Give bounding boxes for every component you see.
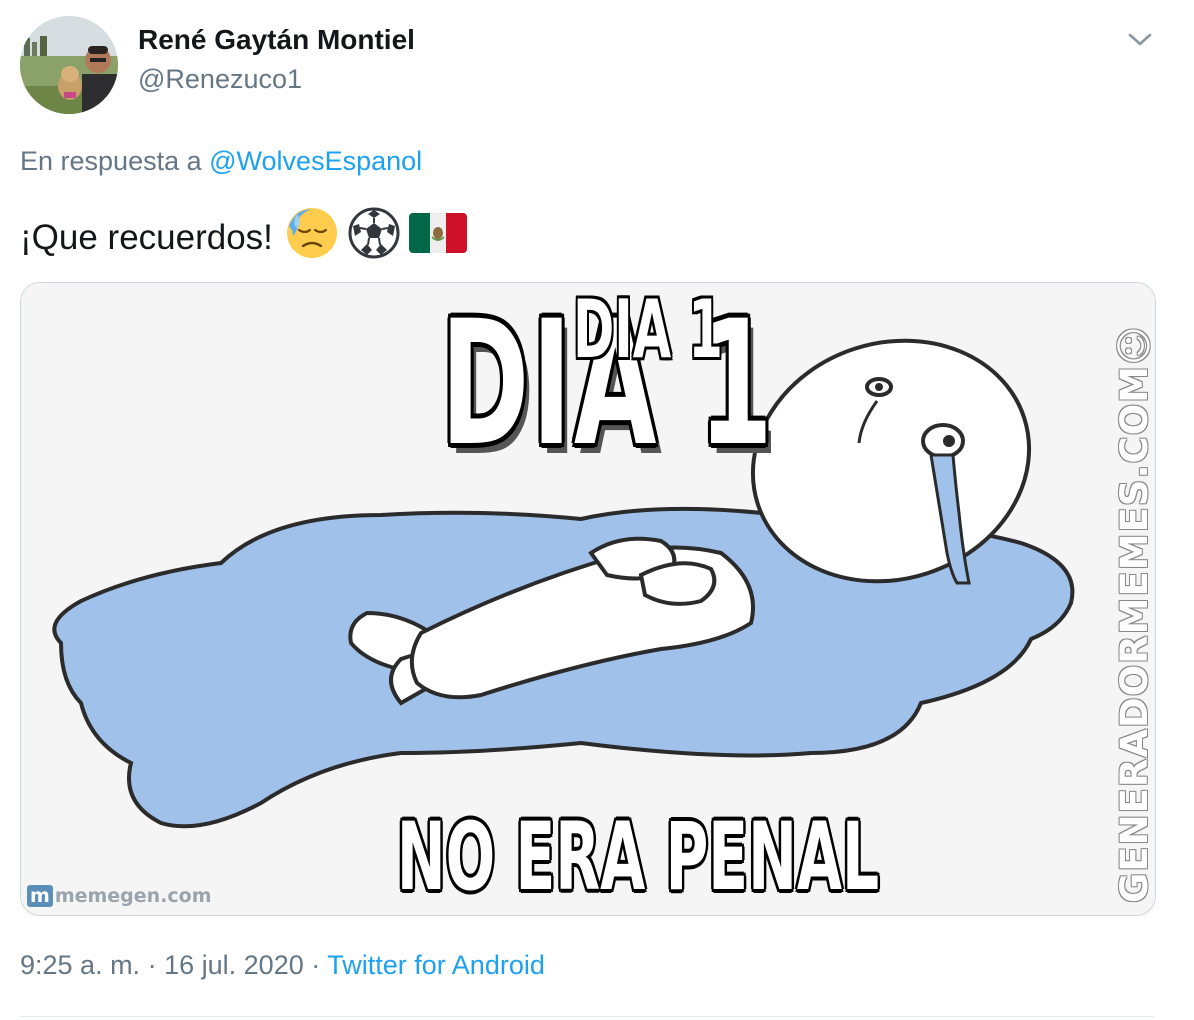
tweet-footer: 9:25 a. m. · 16 jul. 2020 · Twitter for … [20,950,545,981]
tweet-time-link[interactable]: 9:25 a. m. [20,950,140,980]
tweet-text-content: ¡Que recuerdos! [20,217,273,257]
tweet-source-link[interactable]: Twitter for Android [327,950,545,980]
meme-drawing [21,283,1155,915]
chevron-down-icon[interactable] [1124,26,1156,54]
author-handle[interactable]: @Renezuco1 [138,64,302,95]
tweet-text: ¡Que recuerdos! [20,206,467,269]
footer-separator: · [147,950,157,980]
soccer-ball-icon [347,206,401,269]
mexico-flag-icon [408,211,467,264]
downcast-face-with-sweat-icon [285,206,339,269]
tweet-date-link[interactable]: 16 jul. 2020 [164,950,304,980]
divider [20,1016,1154,1017]
profile-photo-icon [20,16,118,114]
reply-prefix: En respuesta a [20,146,202,176]
avatar[interactable] [20,16,118,114]
footer-separator: · [311,950,321,980]
reply-context: En respuesta a @WolvesEspanol [20,146,422,177]
tweet-media-image[interactable]: DIA 1 DIA 1 NO ERA PENAL m memegen.com GE… [20,282,1156,916]
reply-mention-link[interactable]: @WolvesEspanol [209,146,422,176]
author-display-name[interactable]: René Gaytán Montiel [138,24,415,56]
